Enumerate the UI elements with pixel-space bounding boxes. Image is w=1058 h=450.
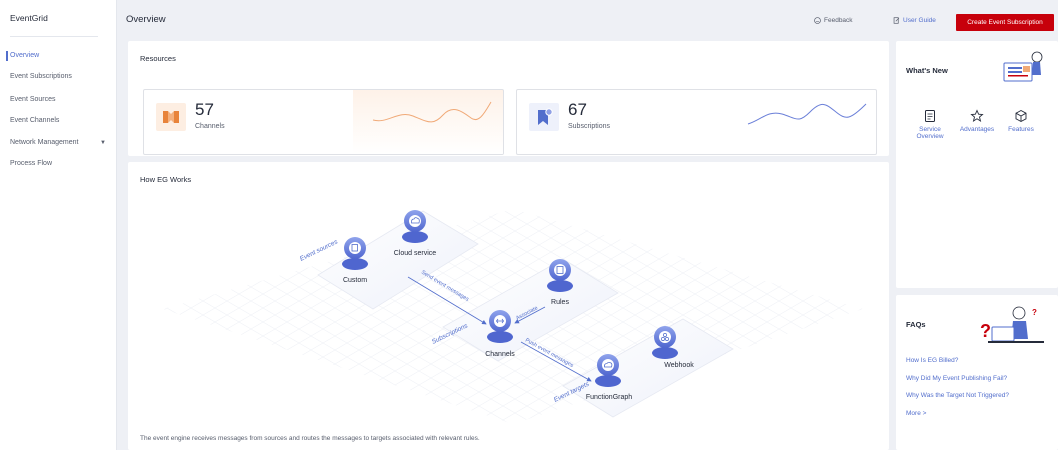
sidebar-item-process-flow[interactable]: Process Flow — [10, 160, 52, 167]
smiley-icon — [814, 17, 821, 24]
custom-label: Custom — [343, 277, 367, 284]
svg-text:?: ? — [980, 321, 991, 341]
service-overview-label: Service — [919, 126, 941, 133]
channels-stat[interactable]: 57 Channels — [143, 89, 504, 155]
faq-billing-link[interactable]: How Is EG Billed? — [906, 357, 958, 364]
chevron-down-icon[interactable]: ▼ — [100, 140, 106, 146]
svg-text:?: ? — [1032, 308, 1037, 317]
faq-illustration: ? ? — [980, 306, 1044, 343]
service-overview-label-2: Overview — [916, 133, 944, 140]
feedback-link[interactable]: Feedback — [814, 17, 853, 24]
how-eg-works-card: How EG Works Cloud service Custom Rules … — [128, 162, 889, 450]
function-graph-label: FunctionGraph — [586, 394, 632, 401]
star-icon — [970, 109, 984, 122]
document-icon — [925, 110, 935, 122]
features-link[interactable]: Features — [1004, 109, 1038, 133]
subscriptions-stat[interactable]: 67 Subscriptions — [516, 89, 877, 155]
faq-target-not-triggered-link[interactable]: Why Was the Target Not Triggered? — [906, 392, 1009, 399]
sidebar-item-overview[interactable]: Overview — [5, 51, 39, 61]
faq-publishing-fail-link[interactable]: Why Did My Event Publishing Fail? — [906, 375, 1007, 382]
feedback-label: Feedback — [824, 17, 853, 24]
advantages-link[interactable]: Advantages — [955, 109, 999, 133]
function-graph-node — [595, 354, 621, 387]
channels-node — [487, 310, 513, 343]
faq-more-link[interactable]: More > — [906, 410, 926, 417]
sidebar-title: EventGrid — [10, 13, 48, 23]
user-guide-label: User Guide — [903, 17, 936, 24]
faqs-title: FAQs — [906, 320, 926, 329]
guide-icon — [893, 17, 900, 24]
custom-node — [342, 237, 368, 270]
resources-card: Resources 57 Channels 67 Subscriptions — [128, 41, 889, 156]
sidebar-divider — [10, 36, 98, 37]
rules-label: Rules — [551, 299, 569, 306]
service-overview-link[interactable]: Service Overview — [914, 109, 946, 140]
user-guide-link[interactable]: User Guide — [893, 17, 936, 24]
sidebar-item-event-channels[interactable]: Event Channels — [10, 117, 59, 124]
subscriptions-count: 67 — [568, 100, 587, 119]
advantages-label: Advantages — [959, 126, 995, 133]
channels-count: 57 — [195, 100, 214, 119]
sidebar-item-network-management[interactable]: Network Management — [10, 139, 78, 146]
features-label: Features — [1008, 126, 1034, 133]
channels-node-label: Channels — [485, 351, 515, 358]
whats-new-title: What's New — [906, 66, 948, 75]
create-event-subscription-button[interactable]: Create Event Subscription — [956, 14, 1054, 31]
channels-icon — [156, 103, 186, 131]
subscriptions-sparkline — [747, 103, 867, 125]
whats-new-illustration — [1003, 51, 1043, 82]
subscriptions-label: Subscriptions — [568, 123, 611, 130]
webhook-node — [652, 326, 678, 359]
channels-sparkline — [353, 90, 503, 154]
sidebar-item-event-sources[interactable]: Event Sources — [10, 96, 56, 103]
cloud-service-label: Cloud service — [394, 250, 437, 257]
sidebar-item-event-subscriptions[interactable]: Event Subscriptions — [10, 73, 72, 80]
whats-new-card: What's New Service Overview Advantages F… — [896, 41, 1058, 288]
cube-icon — [1015, 109, 1027, 123]
bookmark-icon — [529, 103, 559, 131]
event-sources-label: Event sources — [299, 238, 340, 263]
resources-title: Resources — [140, 54, 176, 63]
sidebar: EventGrid Overview Event Subscriptions E… — [0, 0, 117, 450]
page-title: Overview — [126, 14, 166, 25]
event-flow-diagram: Cloud service Custom Rules Channels Webh… — [163, 209, 863, 424]
rules-node — [547, 259, 573, 292]
how-eg-works-title: How EG Works — [140, 175, 192, 184]
cloud-service-node — [402, 210, 428, 243]
faqs-card: FAQs ? ? How Is EG Billed? Why Did My Ev… — [896, 295, 1058, 450]
page-header: Overview Feedback User Guide Create Even… — [117, 0, 1058, 36]
channels-label: Channels — [195, 123, 225, 130]
webhook-label: Webhook — [664, 362, 694, 369]
how-eg-works-caption: The event engine receives messages from … — [140, 435, 480, 442]
